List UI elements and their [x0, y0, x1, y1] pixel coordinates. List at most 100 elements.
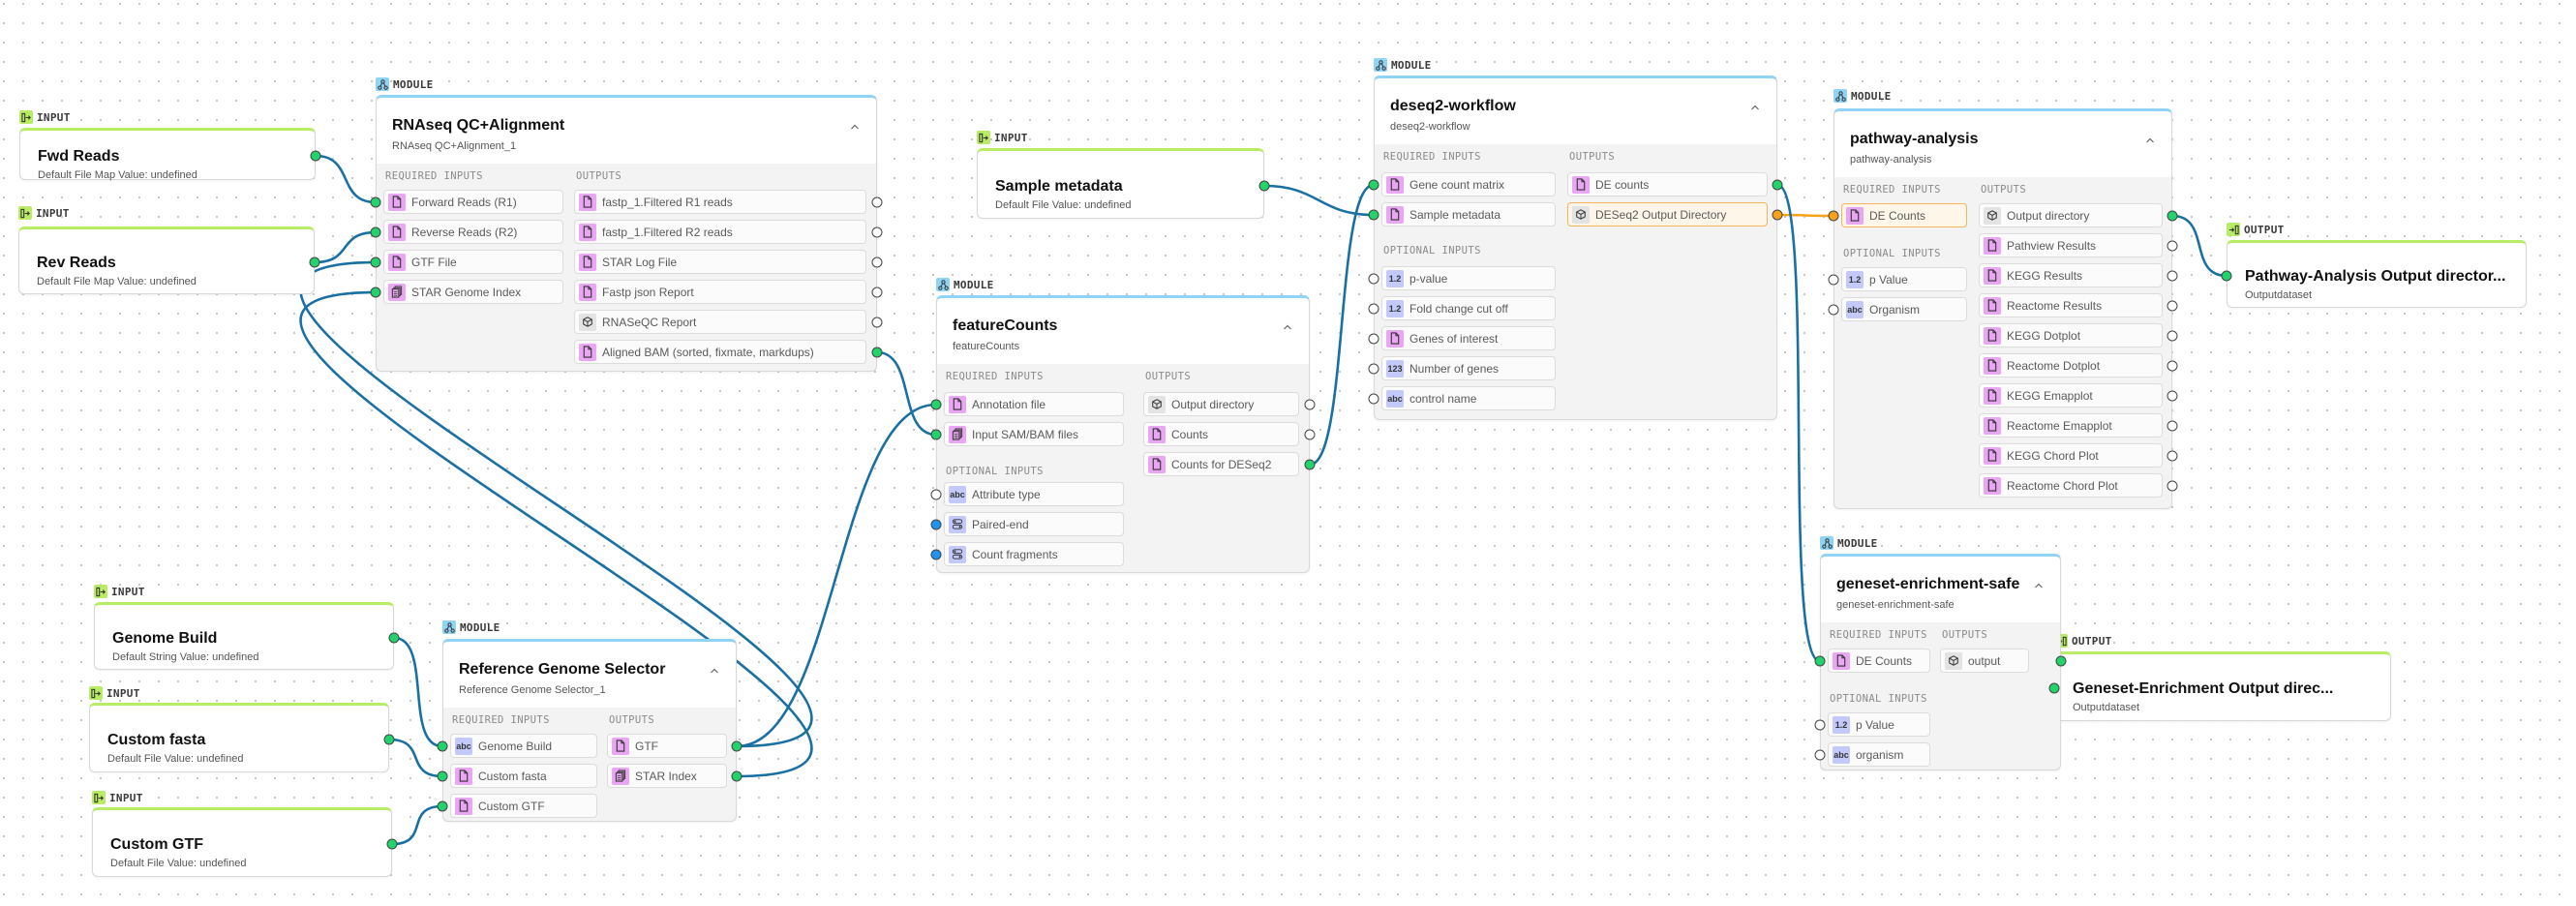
input-port-handle[interactable]	[930, 399, 942, 410]
port-input[interactable]: Paired-end	[944, 512, 1124, 536]
port-output[interactable]: fastp_1.Filtered R1 reads	[574, 190, 866, 214]
output-port-handle[interactable]	[1304, 429, 1316, 440]
connection-edge[interactable]	[2171, 214, 2227, 278]
port-input[interactable]: GTF File	[383, 250, 563, 274]
output-node-pathway-out[interactable]: Pathway-Analysis Output director... Outpu…	[2227, 240, 2527, 308]
input-port-handle[interactable]	[437, 770, 448, 782]
collapse-chevron-icon[interactable]	[1747, 100, 1763, 115]
input-port-handle[interactable]	[930, 489, 942, 500]
port-input[interactable]: 1.2 p Value	[1841, 267, 1967, 291]
input-handle[interactable]	[388, 632, 400, 644]
port-output[interactable]: Aligned BAM (sorted, fixmate, markdups)	[574, 340, 866, 364]
input-port-handle[interactable]	[1368, 209, 1379, 221]
input-handle[interactable]	[1258, 180, 1270, 192]
input-port-handle[interactable]	[930, 429, 942, 440]
output-port-handle[interactable]	[871, 226, 883, 238]
connection-edge[interactable]	[391, 804, 443, 846]
connection-edge[interactable]	[1776, 213, 1834, 218]
output-port-handle[interactable]	[2167, 420, 2178, 432]
port-output[interactable]: KEGG Emapplot	[1979, 383, 2163, 408]
connection-edge[interactable]	[1776, 183, 1821, 663]
output-port-handle[interactable]	[2167, 390, 2178, 402]
port-output[interactable]: Counts	[1143, 422, 1299, 446]
connection-edge[interactable]	[314, 230, 377, 264]
input-node-custom-gtf[interactable]: Custom GTF Default File Value: undefined	[92, 807, 392, 877]
output-port-handle[interactable]	[1304, 459, 1316, 470]
port-input[interactable]: Reverse Reads (R2)	[383, 220, 563, 244]
port-output[interactable]: KEGG Results	[1979, 263, 2163, 287]
output-port-handle[interactable]	[1304, 399, 1316, 410]
port-output[interactable]: Output directory	[1143, 392, 1299, 416]
input-handle[interactable]	[309, 257, 320, 268]
collapse-chevron-icon[interactable]	[2031, 578, 2046, 593]
port-output[interactable]: Fastp json Report	[574, 280, 866, 304]
input-node-genome-build[interactable]: Genome Build Default String Value: undefi…	[94, 602, 394, 670]
port-output[interactable]: Reactome Chord Plot	[1979, 473, 2163, 498]
port-output[interactable]: Pathview Results	[1979, 233, 2163, 257]
port-input[interactable]: Genes of interest	[1381, 326, 1556, 350]
connection-edge[interactable]	[1263, 184, 1375, 217]
port-input[interactable]: Gene count matrix	[1381, 172, 1556, 196]
connection-edge[interactable]	[736, 403, 937, 748]
port-output[interactable]: KEGG Chord Plot	[1979, 443, 2163, 468]
input-port-handle[interactable]	[370, 196, 381, 208]
collapse-chevron-icon[interactable]	[707, 663, 722, 679]
output-port-handle[interactable]	[2167, 210, 2178, 222]
output-port-handle[interactable]	[2167, 300, 2178, 312]
output-port-handle[interactable]	[871, 287, 883, 298]
output-port-handle[interactable]	[2167, 330, 2178, 342]
port-input[interactable]: abc Organism	[1841, 297, 1967, 321]
output-port-handle[interactable]	[731, 740, 742, 752]
port-input[interactable]: abc Genome Build	[450, 734, 597, 758]
connection-edge[interactable]	[1309, 183, 1375, 467]
port-input[interactable]: STAR Genome Index	[383, 280, 563, 304]
input-port-handle[interactable]	[1368, 333, 1379, 345]
output-port-handle[interactable]	[2167, 480, 2178, 492]
input-port-handle[interactable]	[437, 740, 448, 752]
input-port-handle[interactable]	[370, 257, 381, 268]
port-input[interactable]: Count fragments	[944, 542, 1124, 566]
port-input[interactable]: Input SAM/BAM files	[944, 422, 1124, 446]
port-input[interactable]: Custom fasta	[450, 764, 597, 788]
port-input[interactable]: 1.2 Fold change cut off	[1381, 296, 1556, 320]
port-output[interactable]: Counts for DESeq2	[1143, 452, 1299, 476]
port-output[interactable]: KEGG Dotplot	[1979, 323, 2163, 347]
port-output[interactable]: DESeq2 Output Directory	[1567, 202, 1768, 226]
output-port-handle[interactable]	[2167, 270, 2178, 282]
port-input[interactable]: 1.2 p Value	[1828, 712, 1930, 737]
input-node-sample-metadata[interactable]: Sample metadata Default File Value: undef…	[977, 148, 1264, 219]
collapse-chevron-icon[interactable]	[1280, 319, 1295, 335]
output-port-handle[interactable]	[2167, 360, 2178, 372]
input-node-fwd-reads[interactable]: Fwd Reads Default File Map Value: undefin…	[19, 128, 316, 181]
port-input[interactable]: abc organism	[1828, 742, 1930, 767]
port-input[interactable]: DE Counts	[1841, 203, 1967, 227]
output-port-handle[interactable]	[871, 347, 883, 358]
input-handle[interactable]	[386, 838, 398, 850]
port-output[interactable]: output	[1940, 649, 2029, 673]
collapse-chevron-icon[interactable]	[847, 119, 863, 135]
connection-edge[interactable]	[876, 350, 937, 437]
port-input[interactable]: abc Attribute type	[944, 482, 1124, 506]
input-port-handle[interactable]	[1828, 210, 1839, 222]
port-output[interactable]: Output directory	[1979, 203, 2163, 227]
input-handle[interactable]	[310, 150, 321, 162]
output-port-handle[interactable]	[1772, 209, 1783, 221]
connection-edge[interactable]	[315, 154, 377, 204]
port-output[interactable]: DE counts	[1567, 172, 1768, 196]
input-port-handle[interactable]	[1368, 303, 1379, 315]
input-port-handle[interactable]	[1814, 749, 1826, 761]
port-output[interactable]: Reactome Dotplot	[1979, 353, 2163, 378]
input-port-handle[interactable]	[1828, 304, 1839, 316]
input-port-handle[interactable]	[1368, 179, 1379, 191]
port-input[interactable]: Annotation file	[944, 392, 1124, 416]
port-input[interactable]: DE Counts	[1828, 649, 1930, 673]
input-port-handle[interactable]	[930, 519, 942, 530]
port-input[interactable]: Forward Reads (R1)	[383, 190, 563, 214]
collapse-chevron-icon[interactable]	[2142, 133, 2158, 148]
input-port-handle[interactable]	[1828, 274, 1839, 286]
port-input[interactable]: Sample metadata	[1381, 202, 1556, 226]
port-output[interactable]: RNASeQC Report	[574, 310, 866, 334]
output-handle[interactable]	[2048, 682, 2060, 694]
port-output[interactable]: Reactome Results	[1979, 293, 2163, 317]
output-port-handle[interactable]	[1772, 179, 1783, 191]
